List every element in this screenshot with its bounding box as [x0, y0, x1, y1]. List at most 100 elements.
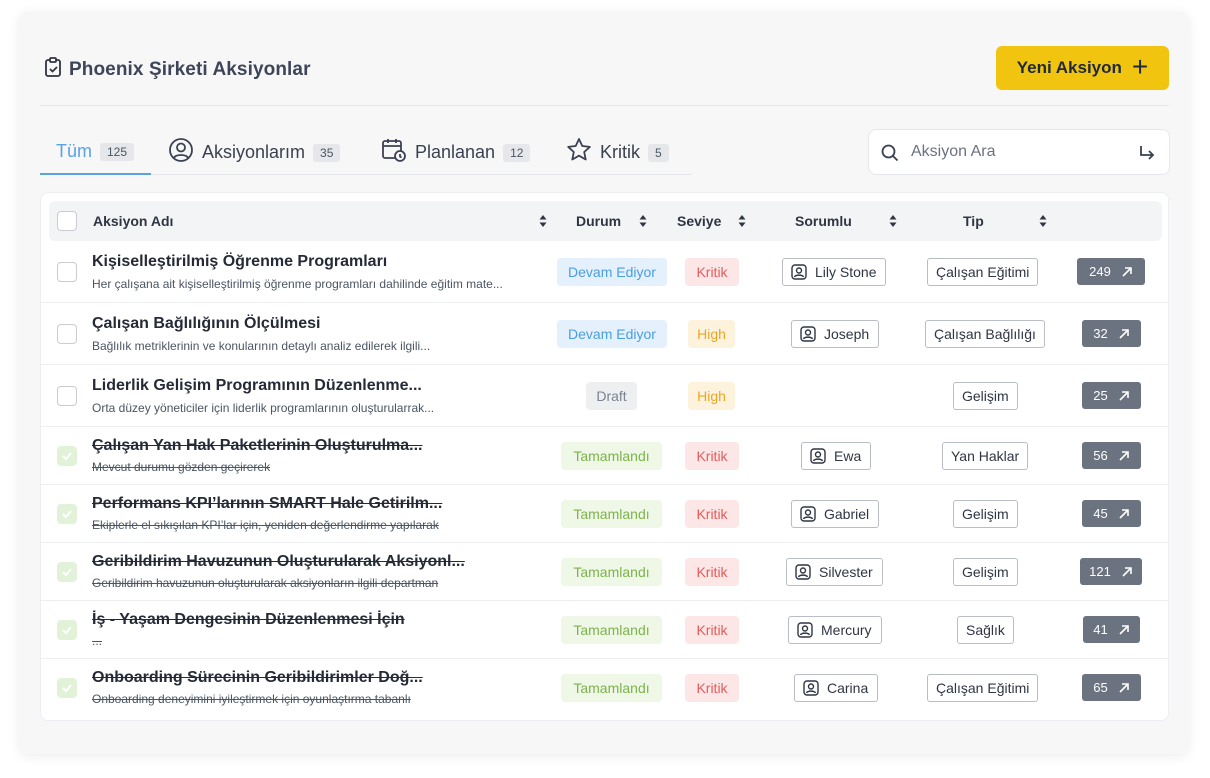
title-wrap: Phoenix Şirketi Aksiyonlar: [43, 56, 311, 83]
type-chip: Sağlık: [957, 616, 1014, 644]
status-badge: Tamamlandı: [561, 442, 662, 470]
level-badge: Kritik: [685, 500, 739, 528]
sort-icon[interactable]: [738, 214, 746, 228]
type-chip: Gelişim: [953, 500, 1018, 528]
arrow-up-right-icon: [1122, 566, 1132, 577]
open-action-button[interactable]: 121: [1080, 558, 1142, 585]
user-icon: [800, 506, 816, 522]
row-title: Çalışan Bağlılığının Ölçülmesi: [92, 315, 321, 332]
type-chip: Çalışan Eğitimi: [927, 258, 1039, 286]
table-row[interactable]: Çalışan Yan Hak Paketlerinin Oluşturulma…: [41, 427, 1168, 485]
user-icon: [795, 564, 811, 580]
sort-icon[interactable]: [1039, 214, 1047, 228]
owner-chip[interactable]: Gabriel: [791, 500, 880, 528]
owner-chip[interactable]: Joseph: [791, 320, 880, 348]
arrow-up-right-icon: [1119, 682, 1129, 693]
filter-tabs: Tüm 125 Aksiyonlarım 35 Planlanan 12 Kri…: [40, 130, 692, 175]
type-chip: Çalışan Bağlılığı: [925, 320, 1045, 348]
row-checkbox[interactable]: [57, 620, 77, 640]
new-action-label: Yeni Aksiyon: [1016, 58, 1122, 77]
owner-chip[interactable]: Mercury: [788, 616, 882, 644]
row-description: Her çalışana ait kişiselleştirilmiş öğre…: [92, 277, 503, 291]
open-action-button[interactable]: 45: [1082, 500, 1141, 527]
col-header-level: Seviye: [677, 213, 722, 229]
checkmark-icon: [62, 684, 72, 693]
new-action-button[interactable]: Yeni Aksiyon +: [996, 46, 1169, 90]
row-checkbox[interactable]: [57, 446, 77, 466]
open-action-button[interactable]: 25: [1082, 382, 1141, 409]
tab-critical-label: Kritik: [600, 142, 640, 162]
level-badge: High: [688, 320, 735, 348]
level-badge: Kritik: [685, 616, 739, 644]
open-action-button[interactable]: 32: [1082, 320, 1141, 347]
table-row[interactable]: Geribildirim Havuzunun Oluşturularak Aks…: [41, 543, 1168, 601]
plus-icon: +: [1131, 50, 1149, 82]
checkmark-icon: [62, 626, 72, 635]
tab-my-actions[interactable]: Aksiyonlarım 35: [168, 130, 341, 175]
table-row[interactable]: Çalışan Bağlılığının Ölçülmesi Bağlılık …: [41, 303, 1168, 365]
user-icon: [797, 622, 813, 638]
action-count: 121: [1089, 564, 1111, 579]
owner-name: Ewa: [834, 448, 862, 464]
table-row[interactable]: Kişiselleştirilmiş Öğrenme Programları H…: [41, 241, 1168, 303]
open-action-button[interactable]: 56: [1082, 442, 1141, 469]
page-title: Phoenix Şirketi Aksiyonlar: [69, 58, 311, 80]
owner-name: Gabriel: [824, 506, 870, 522]
owner-chip[interactable]: Carina: [794, 674, 879, 702]
table-row[interactable]: Liderlik Gelişim Programının Düzenlenme.…: [41, 365, 1168, 427]
row-checkbox[interactable]: [57, 678, 77, 698]
tab-planned-count: 12: [503, 143, 531, 162]
star-icon: [566, 137, 592, 168]
owner-name: Mercury: [821, 622, 872, 638]
owner-name: Lily Stone: [815, 264, 877, 280]
status-badge: Tamamlandı: [561, 616, 662, 644]
row-checkbox[interactable]: [57, 386, 77, 406]
row-checkbox[interactable]: [57, 262, 77, 282]
tab-planned[interactable]: Planlanan 12: [381, 130, 531, 175]
col-header-type: Tip: [963, 213, 984, 229]
user-icon: [791, 264, 807, 280]
checkmark-icon: [62, 568, 72, 577]
open-action-button[interactable]: 249: [1077, 258, 1145, 285]
tab-all-label: Tüm: [56, 141, 92, 161]
type-chip: Gelişim: [953, 558, 1018, 586]
enter-arrow-icon[interactable]: [1137, 143, 1157, 168]
tab-all[interactable]: Tüm 125: [40, 130, 151, 175]
owner-name: Carina: [827, 680, 869, 696]
row-checkbox[interactable]: [57, 504, 77, 524]
level-badge: Kritik: [685, 258, 739, 286]
clipboard-check-icon: [43, 56, 63, 83]
type-chip: Yan Haklar: [942, 442, 1029, 470]
row-checkbox[interactable]: [57, 562, 77, 582]
user-icon: [800, 326, 816, 342]
sort-icon[interactable]: [889, 214, 897, 228]
calendar-clock-icon: [381, 137, 407, 168]
row-title: Kişiselleştirilmiş Öğrenme Programları: [92, 253, 388, 270]
row-title: Performans KPI’larının SMART Hale Getiri…: [92, 495, 443, 512]
status-badge: Devam Ediyor: [557, 320, 667, 348]
arrow-up-right-icon: [1119, 328, 1129, 339]
owner-chip[interactable]: Ewa: [801, 442, 872, 470]
col-header-status: Durum: [576, 213, 622, 229]
header-divider: [40, 105, 1169, 106]
row-description: Onboarding deneyimini iyileştirmek için …: [92, 692, 411, 706]
select-all-checkbox[interactable]: [57, 211, 77, 231]
tab-critical[interactable]: Kritik 5: [566, 130, 669, 175]
tab-planned-label: Planlanan: [415, 142, 496, 162]
row-checkbox[interactable]: [57, 324, 77, 344]
search-box: [868, 129, 1170, 175]
search-icon: [880, 143, 900, 168]
row-title: Onboarding Sürecinin Geribildirimler Doğ…: [92, 669, 423, 686]
owner-chip[interactable]: Silvester: [786, 558, 883, 586]
table-row[interactable]: Onboarding Sürecinin Geribildirimler Doğ…: [41, 659, 1168, 717]
action-count: 41: [1093, 622, 1108, 637]
search-input[interactable]: [911, 130, 1131, 174]
open-action-button[interactable]: 41: [1083, 616, 1140, 643]
table-row[interactable]: Performans KPI’larının SMART Hale Getiri…: [41, 485, 1168, 543]
sort-icon[interactable]: [639, 214, 647, 228]
open-action-button[interactable]: 65: [1082, 674, 1141, 701]
level-badge: Kritik: [685, 558, 739, 586]
table-row[interactable]: İş - Yaşam Dengesinin Düzenlenmesi İçin …: [41, 601, 1168, 659]
sort-icon[interactable]: [539, 214, 547, 228]
owner-chip[interactable]: Lily Stone: [782, 258, 887, 286]
